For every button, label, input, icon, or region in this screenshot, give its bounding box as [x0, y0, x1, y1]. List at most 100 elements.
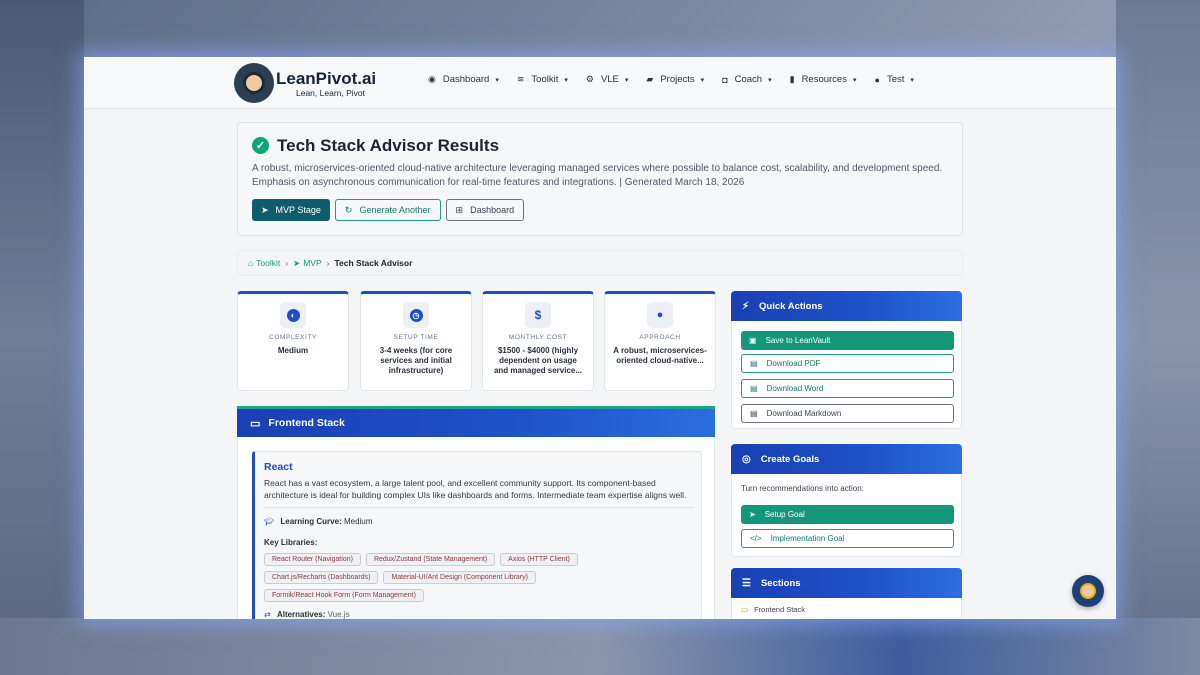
- library-tag: Formik/React Hook Form (Form Management): [264, 589, 424, 602]
- check-circle-icon: ✓: [252, 137, 269, 154]
- markdown-label: Download Markdown: [766, 409, 842, 418]
- refresh-icon: ↻: [344, 204, 353, 215]
- top-navbar: LeanPivot.ai Lean, Learn, Pivot ◉ Dashboa…: [84, 57, 1116, 109]
- frontend-stack-title: Frontend Stack: [268, 417, 345, 429]
- sections-header: ☰ Sections: [731, 568, 962, 598]
- folder-icon: ▰: [646, 74, 654, 84]
- frontend-stack-header: ▭ Frontend Stack: [237, 406, 715, 437]
- stat-value: A robust, microservices-oriented cloud-n…: [613, 346, 707, 365]
- robot-icon: ◘: [722, 74, 728, 85]
- user-icon: ●: [874, 74, 880, 85]
- nav-toolkit-label: Toolkit: [531, 74, 559, 85]
- nav-dashboard[interactable]: ◉ Dashboard ▾: [428, 74, 499, 85]
- chevron-down-icon: ▾: [910, 76, 914, 84]
- setup-goal-button[interactable]: ➤ Setup Goal: [741, 505, 954, 524]
- background-left: [0, 0, 84, 675]
- technology-name: React: [264, 461, 293, 473]
- target-icon: ◎: [742, 453, 751, 465]
- learning-curve-value: Medium: [343, 517, 373, 526]
- key-libraries-label: Key Libraries:: [264, 538, 318, 547]
- mvp-stage-label: MVP Stage: [275, 205, 321, 215]
- stat-card-approach: ● APPROACH A robust, microservices-orien…: [604, 291, 716, 391]
- home-icon: ⌂: [248, 258, 254, 268]
- bolt-icon: ⚡︎: [742, 300, 750, 312]
- stat-card-complexity: ◐ COMPLEXITY Medium: [237, 291, 349, 391]
- library-tag: Chart.js/Recharts (Dashboards): [264, 571, 379, 584]
- divider: [264, 507, 694, 508]
- lightbulb-icon: ●: [647, 302, 673, 328]
- dashboard-icon: ◉: [428, 74, 436, 84]
- chevron-down-icon: ▾: [495, 76, 499, 84]
- main-nav: ◉ Dashboard ▾ ≋ Toolkit ▾ ⚙ VLE ▾ ▰ Projects ▾ ◘…: [428, 74, 932, 85]
- dashboard-button-label: Dashboard: [470, 205, 515, 215]
- nav-coach[interactable]: ◘ Coach ▾: [722, 74, 771, 85]
- file-pdf-icon: ▤: [750, 359, 758, 368]
- word-label: Download Word: [766, 384, 824, 393]
- alternatives: ⇄ Alternatives: Vue.js: [264, 610, 350, 619]
- generate-another-button[interactable]: ↻ Generate Another: [334, 199, 441, 221]
- list-icon: ☰: [742, 577, 751, 589]
- grid-icon: ⊞: [455, 204, 464, 215]
- background-right: [1116, 0, 1200, 675]
- brand-name: LeanPivot.ai: [276, 69, 377, 88]
- save-to-leanvault-button[interactable]: ▣ Save to LeanVault: [741, 331, 954, 350]
- nav-toolkit[interactable]: ≋ Toolkit ▾: [517, 74, 568, 85]
- breadcrumb-separator: ›: [326, 258, 330, 268]
- nav-user-label: Test: [886, 74, 905, 85]
- stat-label: COMPLEXITY: [269, 334, 317, 341]
- dollar-glyph: $: [534, 308, 542, 322]
- rocket-icon: ➤: [293, 257, 301, 268]
- lightbulb-glyph: ●: [656, 309, 664, 321]
- section-link-frontend[interactable]: ▭ Frontend Stack: [741, 605, 805, 614]
- coach-chat-button[interactable]: [1072, 575, 1104, 607]
- result-actions: ➤ MVP Stage ↻ Generate Another ⊞ Dashboard: [252, 199, 525, 221]
- dashboard-button[interactable]: ⊞ Dashboard: [445, 199, 525, 221]
- stat-label: MONTHLY COST: [508, 334, 568, 341]
- frontend-stack-body: React React has a vast ecosystem, a larg…: [237, 437, 715, 619]
- pdf-label: Download PDF: [766, 359, 821, 368]
- monitor-icon: ▭: [250, 417, 261, 430]
- nav-user[interactable]: ● Test ▾: [875, 74, 914, 85]
- library-tags: React Router (Navigation) Redux/Zustand …: [264, 553, 684, 602]
- breadcrumb-toolkit[interactable]: Toolkit: [256, 258, 280, 268]
- library-tag: React Router (Navigation): [264, 553, 361, 566]
- quick-actions-header: ⚡︎ Quick Actions: [731, 291, 962, 321]
- alternatives-value: Vue.js: [327, 610, 350, 619]
- layers-icon: ≋: [516, 74, 525, 84]
- sections-title: Sections: [760, 577, 801, 589]
- breadcrumb-mvp[interactable]: MVP: [303, 258, 321, 268]
- nav-projects[interactable]: ▰ Projects ▾: [646, 74, 704, 85]
- monitor-icon: ▭: [741, 605, 749, 614]
- brand[interactable]: LeanPivot.ai Lean, Learn, Pivot: [276, 69, 376, 98]
- download-pdf-button[interactable]: ▤ Download PDF: [741, 354, 954, 373]
- chevron-down-icon: ▾: [564, 76, 568, 84]
- chevron-down-icon: ▾: [852, 76, 857, 84]
- nav-vle[interactable]: ⚙ VLE ▾: [586, 74, 629, 85]
- brand-logo[interactable]: [234, 63, 274, 103]
- graduation-cap-icon: 🎓︎: [264, 517, 275, 526]
- mvp-stage-button[interactable]: ➤ MVP Stage: [252, 199, 330, 221]
- technology-card-react: React React has a vast ecosystem, a larg…: [252, 451, 702, 619]
- download-markdown-button[interactable]: ▤ Download Markdown: [741, 404, 954, 423]
- quick-actions-body: ▣ Save to LeanVault ▤ Download PDF ▤ Downlo…: [731, 321, 962, 429]
- nav-resources[interactable]: ▮ Resources ▾: [790, 74, 857, 85]
- sections-body: ▭ Frontend Stack: [731, 598, 962, 619]
- download-word-button[interactable]: ▤ Download Word: [741, 379, 954, 398]
- gauge-glyph: ◐: [286, 308, 300, 322]
- save-label: Save to LeanVault: [765, 336, 831, 345]
- create-goals-title: Create Goals: [760, 453, 820, 465]
- file-markdown-icon: ▤: [750, 409, 758, 418]
- alternatives-label: Alternatives:: [276, 610, 326, 619]
- stat-value: $1500 - $4000 (highly dependent on usage…: [493, 346, 583, 375]
- results-header-card: ✓ Tech Stack Advisor Results A robust, m…: [237, 122, 963, 236]
- stat-value: Medium: [277, 346, 309, 355]
- stat-label: APPROACH: [639, 334, 681, 341]
- cogs-icon: ⚙: [585, 74, 594, 84]
- implementation-goal-button[interactable]: </> Implementation Goal: [741, 529, 954, 548]
- library-tag: Axios (HTTP Client): [500, 553, 578, 566]
- create-goals-header: ◎ Create Goals: [731, 444, 962, 474]
- background-bottom: [0, 618, 1200, 675]
- section-link-label: Frontend Stack: [754, 605, 805, 614]
- dollar-icon: $: [525, 302, 551, 328]
- clock-glyph: ◷: [409, 308, 423, 322]
